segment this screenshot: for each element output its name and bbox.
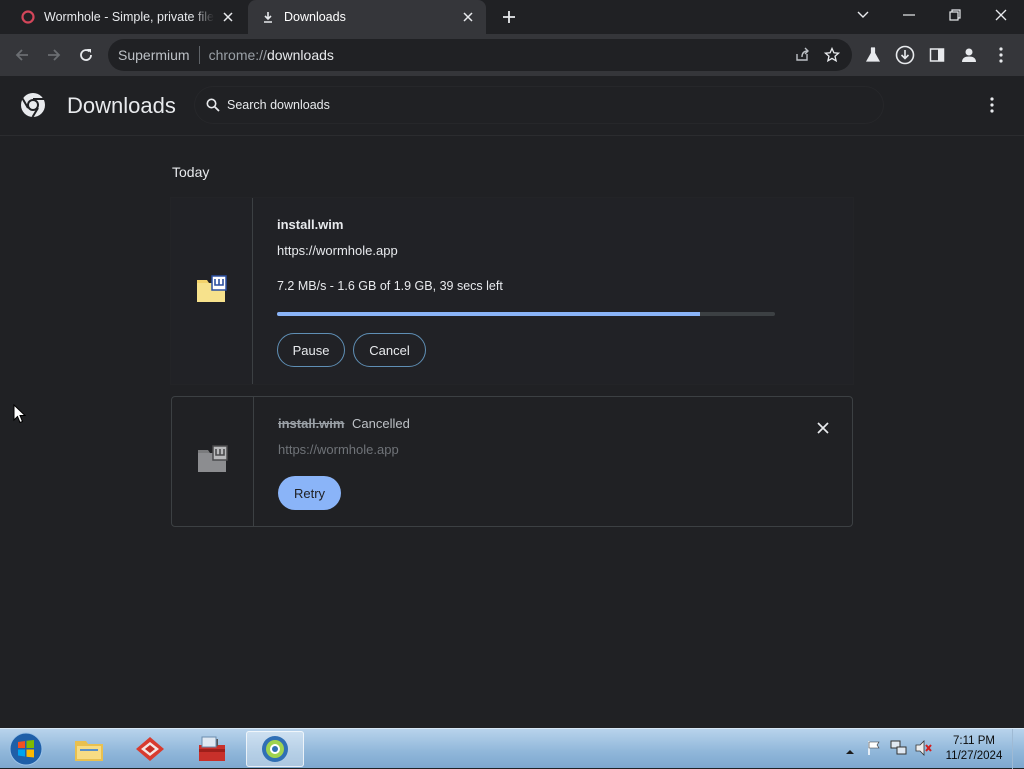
minimize-button[interactable] [886,0,932,30]
browser-toolbar: Supermium chrome://downloads [0,34,1024,76]
labs-flask-icon[interactable] [860,42,886,68]
search-downloads-box[interactable] [194,86,884,124]
clock-time: 7:11 PM [953,735,995,747]
forward-button[interactable] [40,41,68,69]
download-item: install.wim Cancelled https://wormhole.a… [171,396,853,527]
system-clock[interactable]: 7:11 PM 11/27/2024 [940,734,1008,764]
retry-button[interactable]: Retry [278,476,341,510]
restore-button[interactable] [932,0,978,30]
download-progress-text: 7.2 MB/s - 1.6 GB of 1.9 GB, 39 secs lef… [277,279,503,293]
cancelled-status: Cancelled [352,416,410,431]
downloads-header: Downloads [0,76,1024,136]
taskbar-explorer-icon[interactable] [60,731,118,767]
bookmark-star-icon[interactable] [820,43,844,67]
pause-button[interactable]: Pause [277,333,345,367]
progress-fill [277,312,701,316]
windows-taskbar: 7:11 PM 11/27/2024 [0,728,1024,769]
tray-expand-icon[interactable] [845,743,855,761]
omnibox-divider [198,46,200,64]
pause-button-label: Pause [292,342,330,358]
remove-from-list-icon[interactable] [812,417,834,439]
file-url[interactable]: https://wormhole.app [277,243,398,258]
clock-date: 11/27/2024 [945,750,1003,762]
start-button[interactable] [6,731,46,767]
url-path: downloads [266,47,334,63]
wim-file-icon [196,444,230,479]
browser-menu-icon[interactable] [988,42,1014,68]
download-item: install.wim https://wormhole.app 7.2 MB/… [171,198,853,384]
file-url[interactable]: https://wormhole.app [278,442,399,457]
cancel-button[interactable]: Cancel [353,333,426,367]
file-name[interactable]: install.wim [277,217,343,232]
reload-button[interactable] [72,41,100,69]
tab-search-icon[interactable] [840,0,886,30]
wormhole-icon [20,9,36,25]
tab-title: Wormhole - Simple, private file s [44,10,214,24]
mouse-pointer-icon [13,403,27,429]
tab-strip: Wormhole - Simple, private file s Downlo… [0,0,1024,34]
show-desktop-button[interactable] [1012,729,1024,769]
wim-file-icon [195,274,229,309]
tab-wormhole[interactable]: Wormhole - Simple, private file s [8,0,246,34]
back-button[interactable] [8,41,36,69]
page-title: Downloads [67,93,176,118]
action-center-flag-icon[interactable] [866,740,882,761]
close-window-button[interactable] [978,0,1024,30]
url-scheme: chrome:// [208,47,267,63]
side-panel-icon[interactable] [924,42,950,68]
taskbar-toolbox-icon[interactable] [183,731,241,767]
chromium-logo-icon [20,92,46,118]
cancel-button-label: Cancel [369,342,410,358]
address-bar[interactable]: Supermium chrome://downloads [108,39,852,71]
profile-icon[interactable] [956,42,982,68]
downloads-toolbar-icon[interactable] [892,42,918,68]
close-tab-icon[interactable] [220,9,236,25]
more-actions-icon[interactable] [980,93,1004,117]
network-icon[interactable] [890,740,908,761]
search-icon [205,97,221,113]
download-progress-bar [277,312,775,316]
download-icon [260,9,276,25]
tab-title: Downloads [284,10,346,24]
search-input[interactable] [227,98,827,112]
site-chip: Supermium [118,47,190,63]
file-icon-column [172,397,254,526]
file-icon-column [171,198,253,384]
taskbar-browser-icon[interactable] [246,731,304,767]
close-tab-icon[interactable] [460,9,476,25]
volume-muted-icon[interactable] [915,740,933,761]
cancelled-file-name: install.wim [278,416,345,431]
date-section-label: Today [172,164,210,180]
new-tab-button[interactable] [497,5,521,29]
taskbar-app-red-icon[interactable] [121,731,179,767]
share-icon[interactable] [790,43,814,67]
tab-downloads[interactable]: Downloads [248,0,486,34]
file-name: install.wim [278,416,344,431]
